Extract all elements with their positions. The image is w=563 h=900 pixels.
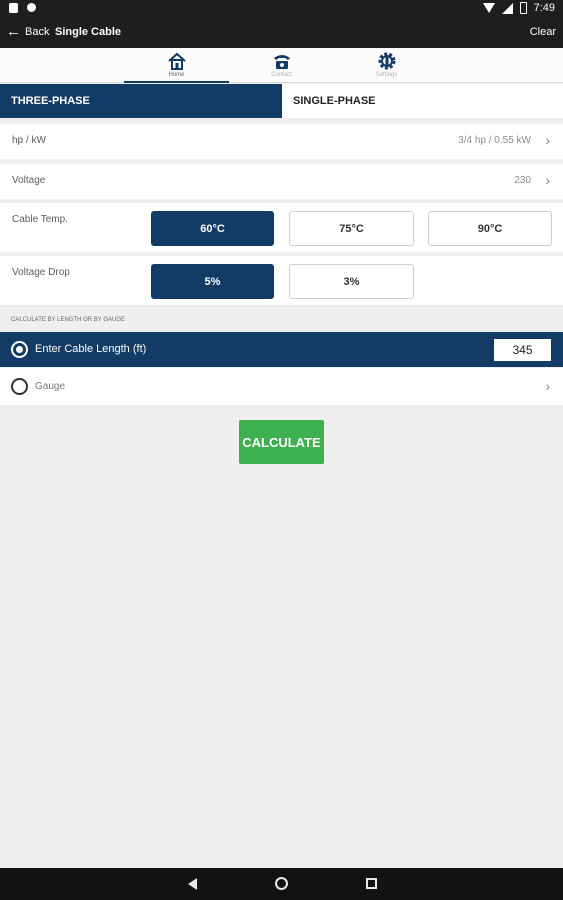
voltage-drop-option-3[interactable]: 3%: [289, 264, 414, 299]
voltage-value: 230: [514, 175, 531, 186]
voltage-label: Voltage: [12, 175, 46, 186]
back-triangle-icon: [188, 878, 197, 890]
hp-kw-value: 3/4 hp / 0.55 kW: [458, 135, 531, 146]
signal-icon: [501, 2, 513, 14]
cable-length-option[interactable]: Enter Cable Length (ft): [0, 332, 563, 367]
radio-checked-icon[interactable]: [11, 341, 28, 358]
chevron-right-icon: ›: [545, 132, 550, 148]
back-button[interactable]: ← Back: [6, 23, 50, 40]
battery-icon: [519, 2, 527, 14]
cable-temp-option-90[interactable]: 90°C: [428, 211, 552, 246]
voltage-drop-label: Voltage Drop: [12, 267, 70, 278]
nav-back-button[interactable]: [184, 875, 202, 893]
nav-home-button[interactable]: [273, 875, 291, 893]
gauge-option[interactable]: Gauge ›: [0, 368, 563, 405]
chevron-right-icon: ›: [545, 378, 550, 394]
status-bar: 7:49: [0, 0, 563, 18]
page-title: Single Cable: [55, 26, 122, 38]
notification-dot-icon: [27, 3, 36, 12]
back-arrow-icon: ←: [6, 23, 21, 40]
radio-unchecked-icon[interactable]: [11, 378, 28, 395]
system-nav-bar: [0, 868, 563, 900]
tab-single-phase[interactable]: SINGLE-PHASE: [282, 84, 563, 118]
nav-recents-button[interactable]: [363, 875, 381, 893]
nav-tabs: Home Contact Settings: [0, 48, 563, 83]
cable-temp-option-75[interactable]: 75°C: [289, 211, 414, 246]
gear-icon: [378, 52, 395, 70]
clear-button[interactable]: Clear: [530, 26, 556, 38]
tab-settings-label: Settings: [375, 72, 398, 78]
voltage-row[interactable]: Voltage 230 ›: [0, 164, 563, 199]
status-time: 7:49: [533, 2, 555, 14]
hp-kw-label: hp / kW: [12, 135, 46, 146]
calculate-button[interactable]: CALCULATE: [239, 420, 324, 464]
phone-icon: [273, 55, 290, 69]
tab-home-label: Home: [168, 72, 185, 78]
app-bar: ← Back Single Cable Clear: [0, 18, 563, 48]
cable-temp-option-60[interactable]: 60°C: [151, 211, 274, 246]
notification-icon: [9, 3, 18, 13]
gauge-label: Gauge: [35, 381, 66, 392]
cable-length-input[interactable]: [494, 339, 551, 361]
tab-contact[interactable]: Contact: [229, 48, 334, 83]
recents-square-icon: [366, 878, 377, 889]
tab-three-phase[interactable]: THREE-PHASE: [0, 84, 282, 118]
wifi-icon: [482, 3, 495, 13]
tab-contact-label: Contact: [271, 72, 292, 78]
tab-home[interactable]: Home: [124, 48, 229, 83]
cable-length-label: Enter Cable Length (ft): [35, 343, 147, 355]
calculate-section-header: CALCULATE BY LENGTH OR BY GAUGE: [11, 317, 126, 323]
back-label: Back: [25, 26, 50, 38]
voltage-drop-row: Voltage Drop 5% 3%: [0, 256, 563, 305]
tab-settings[interactable]: Settings: [334, 48, 439, 83]
hp-kw-row[interactable]: hp / kW 3/4 hp / 0.55 kW ›: [0, 124, 563, 159]
home-icon: [167, 52, 186, 70]
phase-selector: THREE-PHASE SINGLE-PHASE: [0, 84, 563, 118]
home-circle-icon: [275, 877, 288, 890]
cable-temp-row: Cable Temp. 60°C 75°C 90°C: [0, 203, 563, 252]
cable-temp-label: Cable Temp.: [12, 214, 68, 225]
voltage-drop-option-5[interactable]: 5%: [151, 264, 274, 299]
chevron-right-icon: ›: [545, 172, 550, 188]
